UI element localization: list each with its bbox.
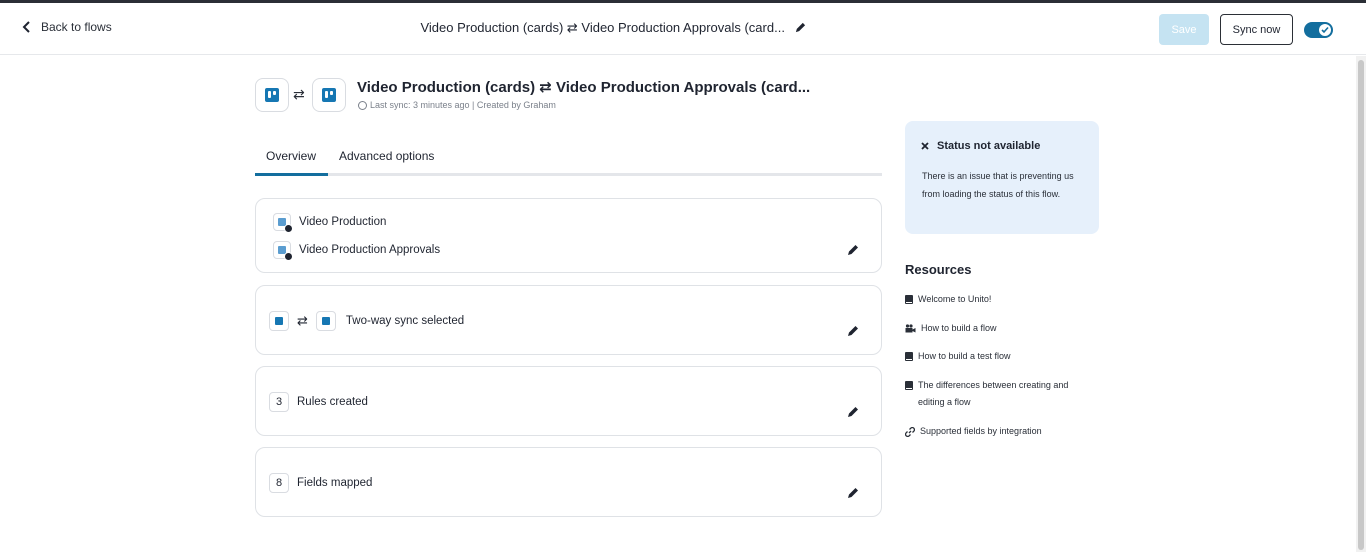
pencil-icon[interactable] (795, 22, 806, 33)
sync-now-button[interactable]: Sync now (1220, 14, 1293, 45)
fields-card[interactable]: 8 Fields mapped (255, 447, 882, 517)
board-row-2: Video Production Approvals (273, 241, 441, 261)
link-icon (905, 427, 915, 437)
edit-pencil-icon[interactable] (847, 487, 859, 499)
swap-arrows-icon: ⇄ (293, 86, 305, 102)
resource-label: How to build a flow (921, 323, 997, 333)
trello-icon (315, 311, 336, 331)
resource-label: How to build a test flow (918, 351, 1011, 361)
rules-count: 3 (269, 392, 289, 412)
resources-title: Resources (905, 262, 972, 277)
edit-pencil-icon[interactable] (847, 406, 859, 418)
book-icon (905, 295, 913, 304)
video-icon (905, 324, 916, 333)
fields-count: 8 (269, 473, 289, 493)
flow-meta-text: Last sync: 3 minutes ago | Created by Gr… (370, 100, 556, 110)
boards-card[interactable]: Video Production Video Production Approv… (255, 198, 882, 273)
rules-card[interactable]: 3 Rules created (255, 366, 882, 436)
status-body: There is an issue that is preventing us … (922, 171, 1074, 199)
resource-label: Welcome to Unito! (918, 294, 992, 304)
tool-b-logo (312, 78, 346, 112)
board-icon (273, 213, 293, 233)
status-panel: Status not available There is an issue t… (905, 121, 1099, 234)
sync-row: ⇄ Two-way sync selected (269, 311, 464, 331)
close-x-icon (921, 142, 929, 150)
swap-arrows-icon: ⇄ (297, 313, 308, 328)
sync-direction-card[interactable]: ⇄ Two-way sync selected (255, 285, 882, 355)
board-name: Video Production (299, 216, 387, 228)
resource-link-supported-fields[interactable]: Supported fields by integration (905, 423, 1042, 440)
sync-label: Two-way sync selected (345, 315, 465, 327)
resource-label: Supported fields by integration (920, 426, 1042, 436)
edit-pencil-icon[interactable] (847, 325, 859, 337)
tool-a-logo (255, 78, 289, 112)
header-flow-title[interactable]: Video Production (cards) ⇄ Video Product… (0, 20, 1226, 36)
scrollbar-thumb[interactable] (1358, 60, 1364, 550)
resource-link-welcome[interactable]: Welcome to Unito! (905, 291, 991, 308)
resource-link-differences[interactable]: The differences between creating and edi… (905, 377, 1095, 411)
flow-meta: Last sync: 3 minutes ago | Created by Gr… (358, 100, 556, 110)
flow-title: Video Production (cards) ⇄ Video Product… (357, 79, 811, 96)
book-icon (905, 352, 913, 361)
flow-enabled-toggle[interactable] (1304, 22, 1333, 38)
tab-advanced-options[interactable]: Advanced options (339, 149, 434, 163)
scrollbar[interactable] (1356, 56, 1366, 552)
status-title-text: Status not available (937, 140, 1041, 152)
check-icon (1321, 26, 1329, 34)
resource-link-build-flow[interactable]: How to build a flow (905, 320, 997, 337)
clock-icon (358, 100, 367, 110)
tab-overview[interactable]: Overview (266, 149, 316, 163)
rules-label: Rules created (297, 396, 368, 408)
tab-bar: Overview Advanced options (255, 140, 882, 176)
board-row-1: Video Production (273, 213, 387, 233)
fields-label: Fields mapped (297, 477, 373, 489)
save-button[interactable]: Save (1159, 14, 1209, 45)
top-header: Back to flows Video Production (cards) ⇄… (0, 3, 1366, 55)
edit-pencil-icon[interactable] (847, 244, 859, 256)
board-icon (273, 241, 293, 261)
resource-label: The differences between creating and edi… (918, 380, 1069, 407)
book-icon (905, 381, 913, 390)
toggle-knob (1319, 24, 1331, 36)
resource-link-test-flow[interactable]: How to build a test flow (905, 348, 1011, 365)
trello-icon (269, 311, 289, 331)
fields-row: 8 Fields mapped (269, 473, 372, 493)
header-title-text: Video Production (cards) ⇄ Video Product… (420, 20, 785, 35)
active-tab-indicator (255, 173, 328, 176)
trello-icon (265, 88, 279, 102)
status-title: Status not available (921, 140, 1040, 152)
rules-row: 3 Rules created (269, 392, 368, 412)
board-name: Video Production Approvals (299, 244, 441, 256)
trello-icon (322, 88, 336, 102)
